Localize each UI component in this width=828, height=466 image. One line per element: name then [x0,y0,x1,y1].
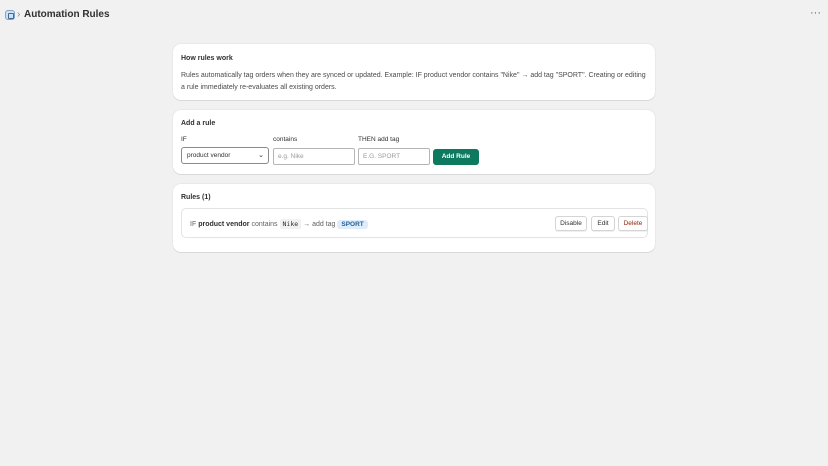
rule-if-word: IF [190,221,197,228]
then-add-tag-label: THEN add tag [358,136,400,143]
rule-tag-badge: SPORT [337,220,368,229]
rule-description: IF product vendor contains Nike → add ta… [190,219,368,229]
contains-input[interactable]: e.g. Nike [273,148,355,165]
chevron-right-icon: › [17,9,21,20]
tag-placeholder: E.G. SPORT [363,153,401,160]
page-title: Automation Rules [24,9,110,20]
app-icon[interactable] [5,10,15,20]
chevron-down-icon: ⌄ [258,152,264,159]
field-select-value: product vendor [187,152,231,159]
tag-input[interactable]: E.G. SPORT [358,148,430,165]
info-card-heading: How rules work [181,55,233,62]
rule-operator: contains [251,221,278,228]
delete-button[interactable]: Delete [618,216,648,231]
rule-value: Nike [279,219,302,229]
if-label: IF [181,136,187,143]
add-rule-button[interactable]: Add Rule [433,149,479,165]
disable-button[interactable]: Disable [555,216,587,231]
info-card-body: Rules automatically tag orders when they… [181,72,646,91]
rule-arrow: → add tag [303,221,336,228]
info-card: How rules work Rules automatically tag o… [173,44,655,100]
add-rule-heading: Add a rule [181,120,216,127]
field-select[interactable]: product vendor ⌄ [181,147,269,164]
edit-button[interactable]: Edit [591,216,615,231]
add-rule-card: Add a rule IF contains THEN add tag prod… [173,110,655,174]
contains-label: contains [273,136,298,143]
top-bar: › Automation Rules ··· [0,0,828,30]
more-actions-icon[interactable]: ··· [810,8,821,19]
rules-card: Rules (1) IF product vendor contains Nik… [173,184,655,252]
rules-heading: Rules (1) [181,194,211,201]
contains-placeholder: e.g. Nike [278,153,304,160]
rule-field: product vendor [198,221,250,228]
rule-row: IF product vendor contains Nike → add ta… [181,208,648,238]
